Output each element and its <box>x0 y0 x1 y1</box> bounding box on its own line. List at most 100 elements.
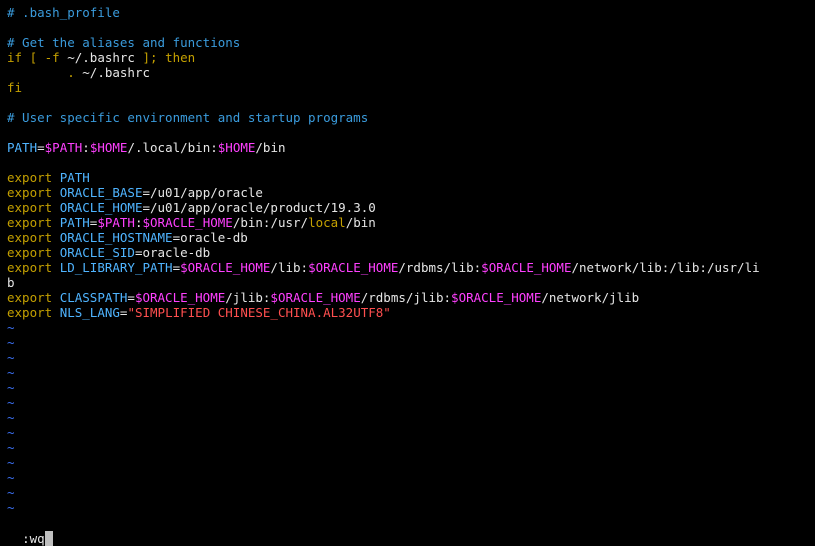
code-token-keyword: export <box>7 230 53 245</box>
tilde-marker: ~ <box>7 455 15 470</box>
code-token-keyword: [ -f <box>22 50 68 65</box>
code-token-var: $PATH <box>97 215 135 230</box>
tilde-marker: ~ <box>7 320 15 335</box>
code-token-keyword: export <box>7 245 53 260</box>
code-token-keyword: export <box>7 290 53 305</box>
code-line[interactable]: . ~/.bashrc <box>7 65 813 80</box>
code-line[interactable]: if [ -f ~/.bashrc ]; then <box>7 50 813 65</box>
code-line[interactable]: PATH=$PATH:$HOME/.local/bin:$HOME/bin <box>7 140 813 155</box>
code-token-normal: ~/.bashrc <box>67 50 135 65</box>
empty-buffer-line[interactable]: ~ <box>7 335 813 350</box>
code-line[interactable] <box>7 125 813 140</box>
code-token-var: $HOME <box>89 140 128 155</box>
empty-buffer-line[interactable]: ~ <box>7 380 813 395</box>
code-token-normal: =oracle-db <box>134 245 211 260</box>
code-token-normal: /.local/bin: <box>127 140 218 155</box>
code-line[interactable]: export LD_LIBRARY_PATH=$ORACLE_HOME/lib:… <box>7 260 813 275</box>
vim-editor-buffer[interactable]: # .bash_profile # Get the aliases and fun… <box>7 5 813 515</box>
code-line[interactable]: export ORACLE_SID=oracle-db <box>7 245 813 260</box>
code-token-normal: /jlib: <box>225 290 271 305</box>
code-token-var: $ORACLE_HOME <box>142 215 233 230</box>
code-token-keyword: export <box>7 305 53 320</box>
code-token-var: $ORACLE_HOME <box>481 260 572 275</box>
code-token-normal: /bin <box>345 215 376 230</box>
vim-command-line[interactable]: :wq <box>7 516 53 546</box>
code-token-normal: : <box>134 215 143 230</box>
code-line[interactable]: # Get the aliases and functions <box>7 35 813 50</box>
code-token-normal <box>52 260 60 275</box>
code-token-yellow: local <box>308 215 346 230</box>
empty-buffer-line[interactable]: ~ <box>7 350 813 365</box>
code-token-keyword: export <box>7 200 53 215</box>
code-token-ident: ORACLE_HOSTNAME <box>59 230 173 245</box>
code-line[interactable]: export NLS_LANG="SIMPLIFIED CHINESE_CHIN… <box>7 305 813 320</box>
code-line[interactable]: # .bash_profile <box>7 5 813 20</box>
empty-buffer-line[interactable]: ~ <box>7 440 813 455</box>
code-token-normal <box>52 245 60 260</box>
code-token-ident: ORACLE_BASE <box>59 185 143 200</box>
code-token-normal: /rdbms/lib: <box>398 260 482 275</box>
code-line[interactable]: export ORACLE_HOSTNAME=oracle-db <box>7 230 813 245</box>
code-token-normal <box>52 215 60 230</box>
code-token-normal: /lib: <box>270 260 309 275</box>
code-token-comment: # User specific environment and startup … <box>7 110 369 125</box>
tilde-marker: ~ <box>7 470 15 485</box>
code-line[interactable]: export ORACLE_HOME=/u01/app/oracle/produ… <box>7 200 813 215</box>
empty-buffer-line[interactable]: ~ <box>7 455 813 470</box>
code-token-yellow: . <box>7 65 83 80</box>
tilde-marker: ~ <box>7 425 15 440</box>
code-line[interactable]: export CLASSPATH=$ORACLE_HOME/jlib:$ORAC… <box>7 290 813 305</box>
code-token-normal <box>52 200 60 215</box>
code-token-normal: =oracle-db <box>172 230 248 245</box>
tilde-marker: ~ <box>7 440 15 455</box>
code-line[interactable] <box>7 155 813 170</box>
code-token-var: $ORACLE_HOME <box>451 290 542 305</box>
code-line[interactable]: export ORACLE_BASE=/u01/app/oracle <box>7 185 813 200</box>
code-token-normal: /bin <box>255 140 286 155</box>
code-token-normal: /rdbms/jlib: <box>360 290 452 305</box>
code-token-normal: b <box>7 275 15 290</box>
code-token-ident: LD_LIBRARY_PATH <box>59 260 173 275</box>
code-token-normal: /network/lib:/lib:/usr/li <box>571 260 760 275</box>
code-token-normal: =/u01/app/oracle/product/19.3.0 <box>142 200 376 215</box>
code-token-keyword: export <box>7 170 53 185</box>
code-line[interactable]: export PATH=$PATH:$ORACLE_HOME/bin:/usr/… <box>7 215 813 230</box>
empty-buffer-line[interactable]: ~ <box>7 470 813 485</box>
code-token-normal <box>52 305 60 320</box>
code-token-var: $HOME <box>217 140 256 155</box>
empty-buffer-line[interactable]: ~ <box>7 425 813 440</box>
code-token-normal: =/u01/app/oracle <box>142 185 263 200</box>
code-token-normal <box>52 290 60 305</box>
code-line[interactable] <box>7 20 813 35</box>
code-token-ident: ORACLE_HOME <box>59 200 143 215</box>
code-token-keyword: then <box>165 50 196 65</box>
empty-buffer-line[interactable]: ~ <box>7 320 813 335</box>
empty-buffer-line[interactable]: ~ <box>7 410 813 425</box>
code-line[interactable]: b <box>7 275 813 290</box>
code-line[interactable]: export PATH <box>7 170 813 185</box>
code-token-var: $ORACLE_HOME <box>180 260 271 275</box>
code-token-normal: /bin:/usr/ <box>232 215 309 230</box>
code-token-keyword: export <box>7 215 53 230</box>
empty-buffer-line[interactable]: ~ <box>7 500 813 515</box>
empty-buffer-line[interactable]: ~ <box>7 485 813 500</box>
empty-buffer-line[interactable]: ~ <box>7 365 813 380</box>
code-line[interactable] <box>7 95 813 110</box>
tilde-marker: ~ <box>7 350 15 365</box>
code-line[interactable]: # User specific environment and startup … <box>7 110 813 125</box>
empty-buffer-line[interactable]: ~ <box>7 395 813 410</box>
code-token-string: "SIMPLIFIED CHINESE_CHINA.AL32UTF8" <box>127 305 391 320</box>
code-token-normal <box>52 185 60 200</box>
code-token-ident: NLS_LANG <box>59 305 120 320</box>
code-token-ident: PATH <box>59 215 90 230</box>
code-token-normal <box>52 170 60 185</box>
code-token-ident: CLASSPATH <box>59 290 128 305</box>
code-line[interactable]: fi <box>7 80 813 95</box>
code-token-var: $PATH <box>44 140 83 155</box>
code-token-normal: = <box>37 140 45 155</box>
tilde-marker: ~ <box>7 380 15 395</box>
command-text: :wq <box>22 531 45 546</box>
code-token-keyword: export <box>7 185 53 200</box>
code-token-normal: ~/.bashrc <box>82 65 150 80</box>
tilde-marker: ~ <box>7 500 15 515</box>
